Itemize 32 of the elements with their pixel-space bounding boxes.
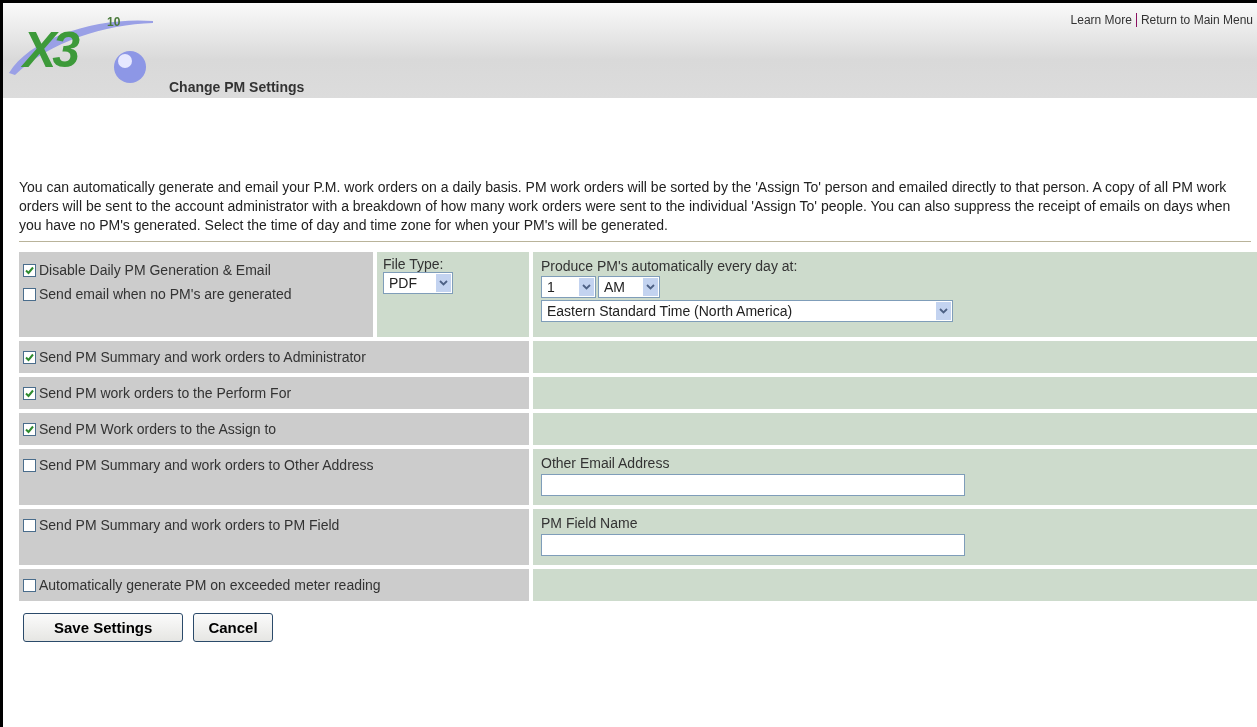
checkbox[interactable] [23,578,36,592]
checkbox[interactable] [23,287,36,301]
intro-paragraph: You can automatically generate and email your P.M. work orders on a daily basis. PM work orders will be sorted by the 'Assign To' person and emailed directly to that person. A copy of all PM work orders will be sent to the account administrator with a breakdown of how many work orders were sent to the individual 'Assign To' people. You can also suppress the receipt of emails on days when you have no PM's generated. Select the time of day and time zone for when your PM's will be generated. [19,178,1232,235]
field-label: File Type: [383,256,445,272]
checkbox-label: Disable Daily PM Generation & Email [39,262,271,278]
checkbox-label: Send PM Summary and work orders to Other Address [39,457,374,473]
header-link[interactable]: Learn More [1070,13,1132,27]
time-zone-dropdown[interactable]: Eastern Standard Time (North America) [541,300,953,322]
input-field[interactable] [541,474,965,496]
checkbox[interactable] [23,518,36,532]
meridiem-dropdown[interactable]: AM [598,276,660,298]
checkbox[interactable] [23,350,36,364]
field-label: PM Field Name [541,515,639,531]
checkbox-label: Send PM Summary and work orders to Administrator [39,349,366,365]
checkbox-label: Send PM work orders to the Perform For [39,385,292,401]
checkbox[interactable] [23,422,36,436]
checkbox-label: Send email when no PM's are generated [39,286,292,302]
checkbox-label: Send PM Work orders to the Assign to [39,421,277,437]
checkbox[interactable] [23,386,36,400]
header-link[interactable]: Return to Main Menu [1140,13,1253,27]
action-button[interactable]: Save Settings [23,613,184,642]
checkbox-label: Send PM Summary and work orders to PM Field [39,517,340,533]
hour-dropdown[interactable]: 1 [541,276,596,298]
checkbox[interactable] [23,263,36,277]
file-type-dropdown[interactable]: PDF [383,272,453,294]
checkbox[interactable] [23,458,36,472]
field-label: Produce PM's automatically every day at: [541,258,799,274]
input-field[interactable] [541,534,965,556]
field-label: Other Email Address [541,455,671,471]
action-button[interactable]: Cancel [193,613,273,642]
page-title: Change PM Settings [169,79,305,95]
checkbox-label: Automatically generate PM on exceeded meter reading [39,577,381,593]
